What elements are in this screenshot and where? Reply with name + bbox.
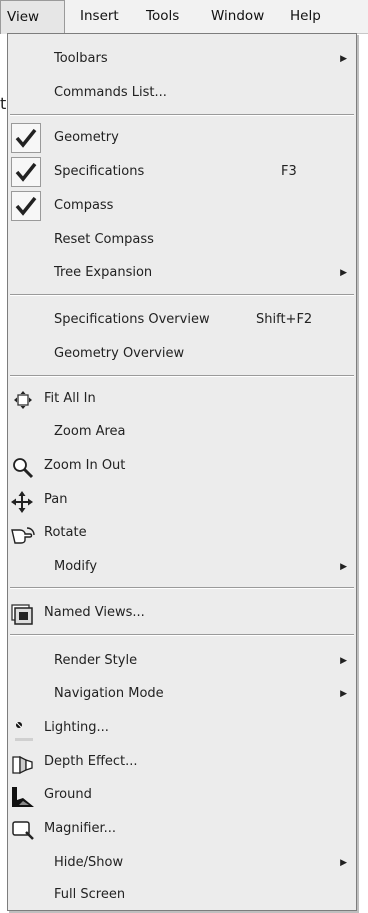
rotate-hand-icon <box>11 524 35 544</box>
menu-item-named-views[interactable]: Named Views... <box>8 598 356 628</box>
submenu-arrow-icon: ▶ <box>340 858 347 868</box>
menu-item-geometry-overview[interactable]: Geometry Overview <box>8 339 356 369</box>
menu-item-label: Modify <box>54 559 98 574</box>
menubar-window[interactable]: Window <box>211 0 264 33</box>
menubar-tools[interactable]: Tools <box>146 0 179 33</box>
menu-item-specifications[interactable]: Specifications F3 <box>8 157 356 187</box>
menu-item-shortcut: F3 <box>281 164 297 179</box>
menu-item-label: Fit All In <box>44 391 96 406</box>
menu-item-zoom-area[interactable]: Zoom Area <box>8 417 356 447</box>
menu-item-label: Render Style <box>54 653 138 668</box>
view-menu-dropdown: Toolbars ▶ Commands List... Geometry Spe… <box>7 33 357 911</box>
menu-item-label: Rotate <box>44 525 87 540</box>
menu-item-label: Lighting... <box>44 720 109 735</box>
menu-separator <box>10 375 354 377</box>
menu-item-commands-list[interactable]: Commands List... <box>8 78 356 108</box>
submenu-arrow-icon: ▶ <box>340 268 347 278</box>
menu-item-label: Geometry Overview <box>54 346 185 361</box>
lighting-icon <box>13 719 33 741</box>
menu-item-fit-all-in[interactable]: Fit All In <box>8 384 356 414</box>
menu-item-label: Geometry <box>54 130 119 145</box>
menu-item-magnifier[interactable]: Magnifier... <box>8 814 356 844</box>
menu-item-label: Toolbars <box>54 51 108 66</box>
menu-item-label: Zoom In Out <box>44 458 126 473</box>
menubar-tools-label: Tools <box>146 8 180 24</box>
menu-item-label: Depth Effect... <box>44 754 138 769</box>
menu-item-reset-compass[interactable]: Reset Compass <box>8 225 356 255</box>
menu-separator <box>10 114 354 116</box>
checkmark-icon <box>11 191 41 221</box>
menu-item-compass[interactable]: Compass <box>8 191 356 221</box>
submenu-arrow-icon: ▶ <box>340 562 347 572</box>
menu-item-label: Pan <box>44 492 68 507</box>
menu-item-label: Specifications Overview <box>54 312 210 327</box>
menu-item-label: Tree Expansion <box>54 265 153 280</box>
menu-item-modify[interactable]: Modify ▶ <box>8 552 356 582</box>
menu-bar: View Insert Tools Window Help <box>0 0 368 34</box>
submenu-arrow-icon: ▶ <box>340 54 347 64</box>
menubar-insert-label: Insert <box>80 8 119 24</box>
magnifier-window-icon <box>11 820 34 840</box>
checkmark-icon <box>11 123 41 153</box>
menubar-insert[interactable]: Insert <box>80 0 119 33</box>
pan-arrows-icon <box>11 491 33 513</box>
menu-item-tree-expansion[interactable]: Tree Expansion ▶ <box>8 258 356 288</box>
menubar-help[interactable]: Help <box>290 0 321 33</box>
menu-item-label: Reset Compass <box>54 232 154 247</box>
submenu-arrow-icon: ▶ <box>340 656 347 666</box>
menu-item-hide-show[interactable]: Hide/Show ▶ <box>8 848 356 878</box>
menu-item-label: Hide/Show <box>54 855 124 870</box>
menu-item-label: Compass <box>54 198 114 213</box>
fit-all-in-icon <box>13 390 33 410</box>
background-text-fragment: t <box>0 94 7 113</box>
named-views-icon <box>11 604 33 625</box>
menu-item-label: Named Views... <box>44 605 145 620</box>
menu-item-shortcut: Shift+F2 <box>256 312 313 327</box>
menu-item-rotate[interactable]: Rotate <box>8 518 356 548</box>
menu-separator <box>10 634 354 636</box>
menu-separator <box>10 587 354 589</box>
menu-item-toolbars[interactable]: Toolbars ▶ <box>8 44 356 74</box>
menu-item-depth-effect[interactable]: Depth Effect... <box>8 747 356 777</box>
ground-icon <box>11 786 34 807</box>
menu-item-label: Specifications <box>54 164 145 179</box>
menubar-help-label: Help <box>290 8 321 24</box>
menu-item-navigation-mode[interactable]: Navigation Mode ▶ <box>8 679 356 709</box>
menu-separator <box>10 294 354 296</box>
menu-item-label: Ground <box>44 787 92 802</box>
depth-effect-icon <box>11 753 33 775</box>
menubar-view-label: View <box>7 9 40 25</box>
menubar-view[interactable]: View <box>0 0 65 34</box>
menu-item-render-style[interactable]: Render Style ▶ <box>8 646 356 676</box>
checkmark-icon <box>11 157 41 187</box>
menu-item-pan[interactable]: Pan <box>8 485 356 515</box>
menu-item-label: Navigation Mode <box>54 686 164 701</box>
menu-item-lighting[interactable]: Lighting... <box>8 713 356 743</box>
menu-item-specifications-overview[interactable]: Specifications Overview Shift+F2 <box>8 305 356 335</box>
menu-item-label: Commands List... <box>54 85 167 100</box>
menu-item-label: Full Screen <box>54 887 126 902</box>
menu-item-label: Zoom Area <box>54 424 126 439</box>
magnifier-zoom-icon <box>12 457 34 479</box>
menu-item-ground[interactable]: Ground <box>8 780 356 810</box>
menubar-window-label: Window <box>211 8 265 24</box>
menu-item-geometry[interactable]: Geometry <box>8 123 356 153</box>
submenu-arrow-icon: ▶ <box>340 689 347 699</box>
menu-item-full-screen[interactable]: Full Screen <box>8 880 356 910</box>
menu-item-zoom-in-out[interactable]: Zoom In Out <box>8 451 356 481</box>
menu-item-label: Magnifier... <box>44 821 117 836</box>
